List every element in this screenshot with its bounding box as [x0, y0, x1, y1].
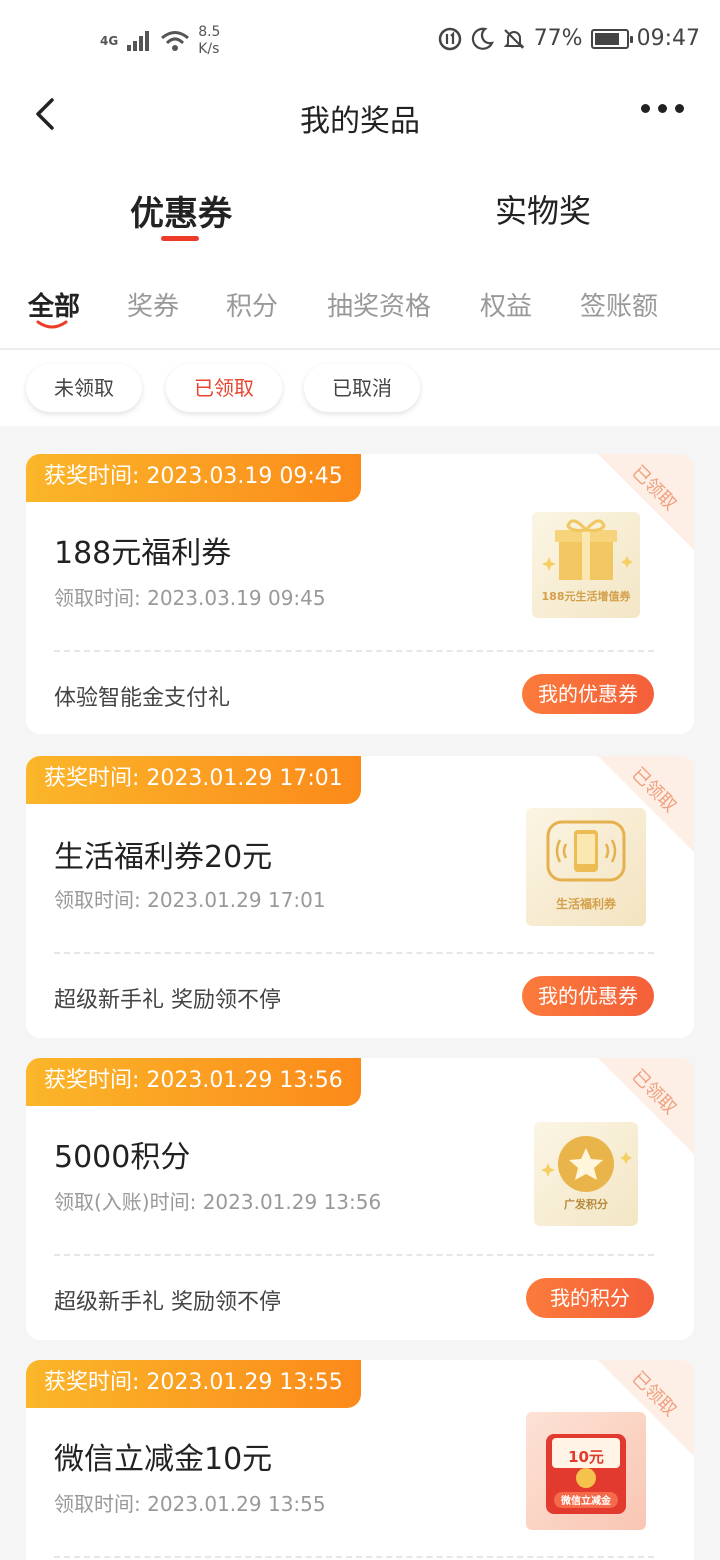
star-icon [541, 1136, 632, 1192]
tab-physical-prizes[interactable]: 实物奖 [495, 186, 591, 232]
card-divider [54, 952, 654, 954]
clock: 09:47 [636, 26, 700, 51]
award-time-ribbon: 获奖时间: 2023.01.29 17:01 [26, 756, 361, 804]
award-time-ribbon: 获奖时间: 2023.01.29 13:55 [26, 1360, 361, 1408]
speed-unit: K/s [198, 41, 220, 57]
tab-coupons[interactable]: 优惠券 [130, 186, 232, 235]
status-left: 4G 8.5 K/s [100, 24, 220, 58]
card-divider [54, 650, 654, 652]
sub-tab-vouchers[interactable]: 奖券 [127, 286, 179, 323]
prize-card[interactable]: 获奖时间: 2023.01.29 17:01 已领取 生活福利券20元 领取时间… [26, 756, 694, 1038]
status-bar: 4G 8.5 K/s 77% 09:47 [0, 0, 720, 80]
gift-icon [542, 519, 633, 580]
my-coupons-button[interactable]: 我的优惠券 [522, 674, 654, 714]
prize-title: 188元福利券 [54, 536, 232, 571]
battery-icon [590, 28, 633, 49]
data-saver-icon [438, 27, 461, 50]
filter-claimed[interactable]: 已领取 [166, 364, 282, 412]
main-tabs: 优惠券 实物奖 [0, 150, 720, 260]
prize-thumbnail: 生活福利券 [526, 808, 646, 926]
prize-title: 微信立减金10元 [54, 1442, 273, 1477]
thumbnail-label: 广发积分 [564, 1198, 608, 1211]
phone-icon [546, 820, 626, 882]
sub-tab-indicator [36, 320, 68, 329]
card-divider [54, 1254, 654, 1256]
moon-icon [471, 27, 494, 50]
network-indicator: 4G [100, 34, 119, 48]
prize-card[interactable]: 获奖时间: 2023.01.29 13:56 已领取 5000积分 领取(入账)… [26, 1058, 694, 1340]
filter-unclaimed[interactable]: 未领取 [26, 364, 142, 412]
claim-time: 领取(入账)时间: 2023.01.29 13:56 [54, 1190, 382, 1214]
sub-tabs: 全部 奖券 积分 抽奖资格 权益 签账额 [0, 260, 720, 350]
battery-percent: 77% [533, 26, 583, 51]
sub-tab-lottery[interactable]: 抽奖资格 [327, 286, 431, 323]
my-points-button[interactable]: 我的积分 [526, 1278, 654, 1318]
bell-mute-icon [503, 28, 525, 49]
red-envelope-icon [546, 1434, 626, 1514]
page-title: 我的奖品 [300, 104, 420, 139]
thumbnail-label: 微信立减金 [561, 1496, 611, 1507]
prize-source: 超级新手礼 奖励领不停 [54, 1290, 281, 1315]
prize-title: 5000积分 [54, 1140, 191, 1175]
filter-cancelled[interactable]: 已取消 [304, 364, 420, 412]
claim-time: 领取时间: 2023.01.29 13:55 [54, 1492, 326, 1516]
claim-time: 领取时间: 2023.03.19 09:45 [54, 586, 326, 610]
thumbnail-amount: 10元 [568, 1448, 604, 1466]
thumbnail-label: 生活福利券 [555, 897, 616, 911]
sub-tab-points[interactable]: 积分 [226, 286, 278, 323]
more-options-icon[interactable] [641, 104, 684, 113]
thumbnail-label: 188元生活增值券 [541, 590, 631, 603]
card-divider [54, 1556, 654, 1558]
prize-thumbnail: 188元生活增值券 [532, 512, 640, 618]
nav-bar: 我的奖品 [0, 80, 720, 150]
sub-tab-benefits[interactable]: 权益 [480, 286, 532, 323]
prize-title: 生活福利券20元 [54, 840, 273, 875]
status-right: 77% 09:47 [438, 26, 700, 51]
network-speed: 8.5 K/s [198, 24, 220, 58]
prize-source: 体验智能金支付礼 [54, 686, 231, 711]
prize-thumbnail: 广发积分 [534, 1122, 638, 1226]
status-filters: 未领取 已领取 已取消 [0, 350, 720, 426]
prize-card[interactable]: 获奖时间: 2023.03.19 09:45 已领取 188元福利券 领取时间:… [26, 454, 694, 734]
signal-icon [127, 31, 150, 51]
prize-source: 超级新手礼 奖励领不停 [54, 988, 281, 1013]
sub-tab-all[interactable]: 全部 [28, 286, 80, 323]
award-time-ribbon: 获奖时间: 2023.01.29 13:56 [26, 1058, 361, 1106]
my-coupons-button[interactable]: 我的优惠券 [522, 976, 654, 1016]
claimed-badge-label: 已领取 [627, 461, 681, 515]
active-tab-indicator [161, 236, 199, 241]
sub-tab-credit[interactable]: 签账额 [580, 286, 658, 323]
claim-time: 领取时间: 2023.01.29 17:01 [54, 888, 326, 912]
prize-thumbnail: 10元 微信立减金 [526, 1412, 646, 1530]
claimed-badge-label: 已领取 [627, 1065, 681, 1119]
award-time-ribbon: 获奖时间: 2023.03.19 09:45 [26, 454, 361, 502]
speed-value: 8.5 [198, 24, 221, 40]
wifi-icon [161, 31, 190, 51]
prize-card[interactable]: 获奖时间: 2023.01.29 13:55 已领取 微信立减金10元 领取时间… [26, 1360, 694, 1560]
